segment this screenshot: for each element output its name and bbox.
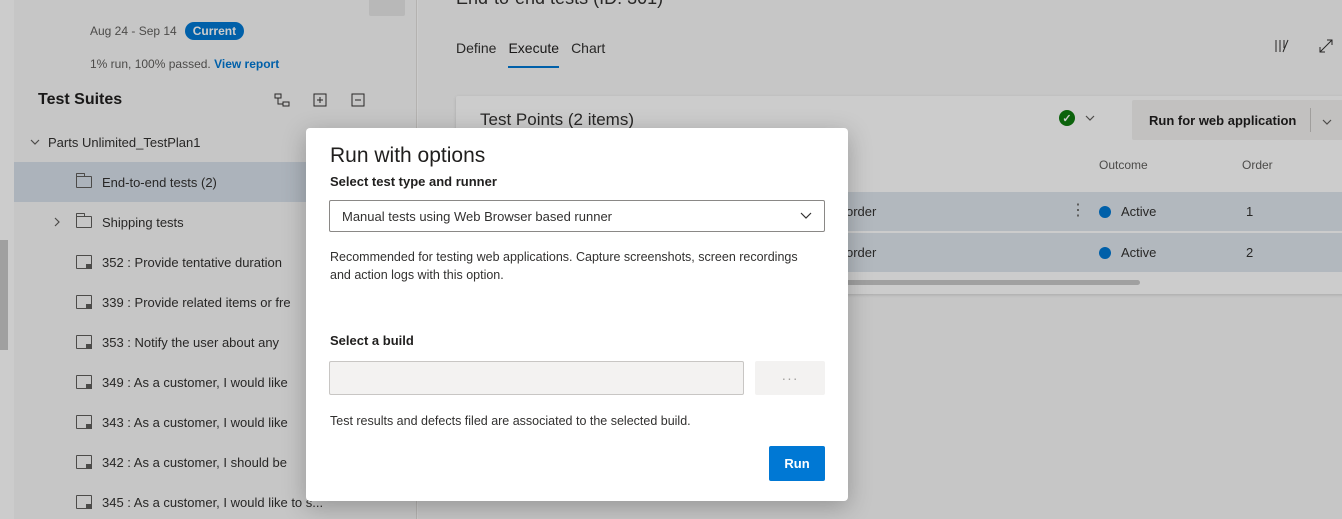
- build-label: Select a build: [330, 333, 414, 348]
- runner-description: Recommended for testing web applications…: [330, 250, 798, 282]
- run-button[interactable]: Run: [769, 446, 825, 481]
- runner-select-value: Manual tests using Web Browser based run…: [342, 208, 613, 224]
- build-note: Test results and defects filed are assoc…: [330, 414, 691, 428]
- build-input[interactable]: [329, 361, 744, 395]
- runner-label: Select test type and runner: [330, 174, 497, 189]
- chevron-down-icon: [800, 208, 812, 222]
- dialog-title: Run with options: [330, 144, 486, 167]
- browse-build-button[interactable]: ···: [755, 361, 825, 395]
- runner-select[interactable]: Manual tests using Web Browser based run…: [329, 200, 825, 232]
- run-with-options-dialog: Run with options Select test type and ru…: [306, 128, 848, 501]
